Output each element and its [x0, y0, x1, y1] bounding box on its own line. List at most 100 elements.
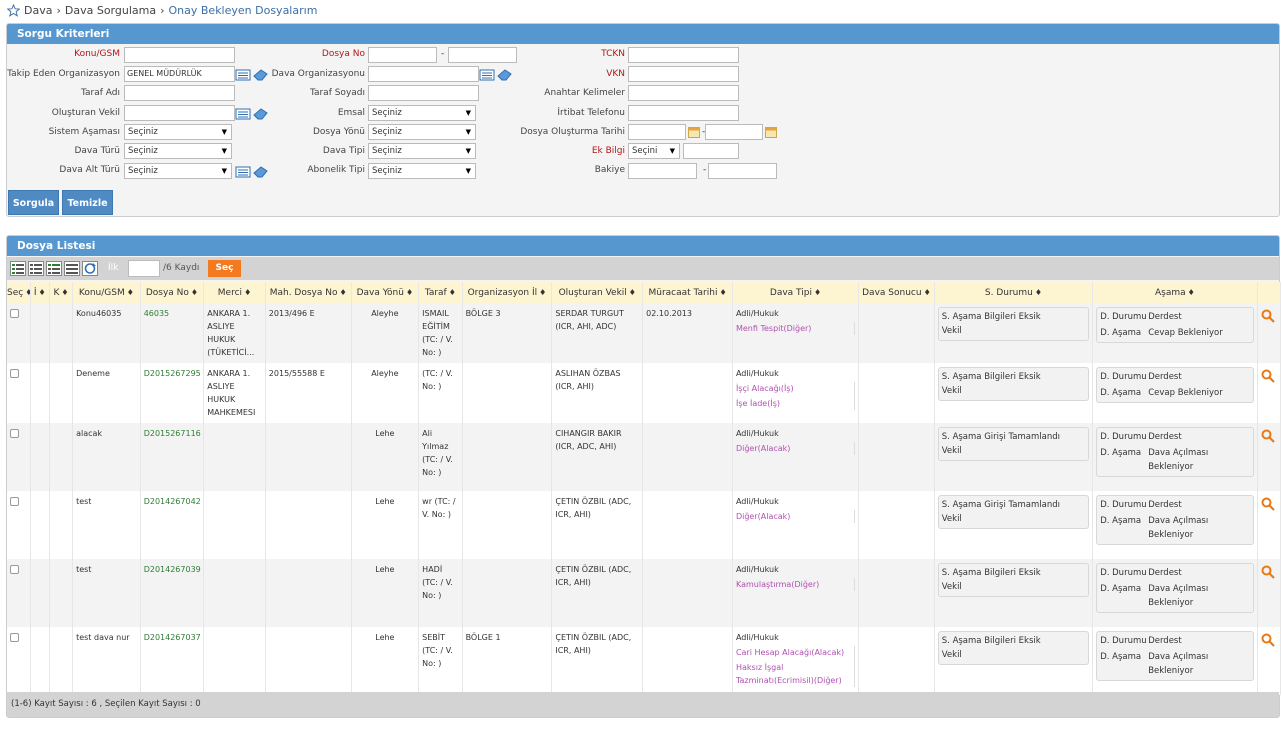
vkn-input[interactable]	[628, 66, 739, 82]
vekil-cell: ÇETIN ÖZBIL (ADC, ICR, AHI)	[551, 491, 644, 559]
ek-bilgi-select[interactable]: Seçini ▼	[628, 143, 680, 159]
dava-yonu-cell: Lehe	[351, 423, 420, 491]
list-icon[interactable]	[479, 69, 495, 81]
emsal-select[interactable]: Seçiniz ▼	[368, 105, 476, 121]
export-selected-icon[interactable]	[46, 261, 62, 276]
breadcrumb-item-dava-sorgulama[interactable]: Dava Sorgulama	[65, 4, 156, 17]
dosya-yonu-select[interactable]: Seçiniz ▼	[368, 124, 476, 140]
search-icon[interactable]	[1261, 309, 1275, 323]
dava-tipi-link[interactable]: Diğer(Alacak)	[736, 510, 854, 523]
dava-tipi-link[interactable]: Haksız İşgal Tazminatı(Ecrimisil)(Diğer)	[736, 661, 854, 687]
search-icon[interactable]	[1261, 369, 1275, 383]
refresh-icon[interactable]	[82, 261, 98, 276]
eraser-icon[interactable]	[253, 108, 269, 120]
row-checkbox[interactable]	[10, 565, 19, 574]
anahtar-kelimeler-input[interactable]	[628, 85, 739, 101]
export-excel-icon[interactable]	[10, 261, 26, 276]
export-list-icon[interactable]	[28, 261, 44, 276]
row-checkbox[interactable]	[10, 497, 19, 506]
dosya-no-link[interactable]: D2014267042	[140, 491, 205, 559]
konu-cell: Konu46035	[72, 303, 141, 363]
col-i[interactable]: İ ♦	[30, 282, 50, 303]
dava-org-input[interactable]	[368, 66, 479, 82]
bakiye-from-input[interactable]	[628, 163, 697, 179]
dava-tipi-link[interactable]: Diğer(Alacak)	[736, 442, 854, 455]
dropdown-arrow-icon: ▼	[221, 128, 227, 136]
irtibat-telefonu-input[interactable]	[628, 105, 739, 121]
col-konu[interactable]: Konu/GSM ♦	[72, 282, 141, 303]
eraser-icon[interactable]	[497, 69, 513, 81]
temizle-button[interactable]: Temizle	[62, 190, 113, 215]
taraf-adi-input[interactable]	[124, 85, 235, 101]
breadcrumb: Dava › Dava Sorgulama › Onay Bekleyen Do…	[7, 4, 317, 17]
konu-gsm-input[interactable]	[124, 47, 235, 63]
row-checkbox[interactable]	[10, 369, 19, 378]
col-org-il[interactable]: Organizasyon İl ♦	[462, 282, 553, 303]
col-asama[interactable]: Aşama ♦	[1092, 282, 1258, 303]
dava-tipi-link[interactable]: İşçi Alacağı(İş)	[736, 382, 854, 395]
ek-bilgi-input[interactable]	[683, 143, 739, 159]
col-olusturan-vekil[interactable]: Oluşturan Vekil ♦	[551, 282, 644, 303]
column-settings-icon[interactable]	[64, 261, 80, 276]
dosya-no-from-input[interactable]	[368, 47, 437, 63]
calendar-icon[interactable]	[688, 126, 700, 138]
tckn-input[interactable]	[628, 47, 739, 63]
col-merci[interactable]: Merci ♦	[203, 282, 266, 303]
tarih-to-input[interactable]	[705, 124, 763, 140]
col-k[interactable]: K ♦	[49, 282, 74, 303]
dosya-no-link[interactable]: D2015267116	[140, 423, 205, 491]
takip-eden-input[interactable]: GENEL MÜDÜRLÜK	[124, 66, 235, 82]
star-icon[interactable]	[7, 4, 20, 17]
col-dava-yonu[interactable]: Dava Yönü ♦	[351, 282, 420, 303]
calendar-icon[interactable]	[765, 126, 777, 138]
mah-dosya-cell	[265, 627, 352, 695]
search-icon[interactable]	[1261, 497, 1275, 511]
search-icon[interactable]	[1261, 565, 1275, 579]
col-sec[interactable]: Seç ♦	[7, 282, 31, 303]
dosya-no-link[interactable]: D2014267037	[140, 627, 205, 695]
record-count-input[interactable]	[128, 260, 160, 277]
search-icon[interactable]	[1261, 633, 1275, 647]
eraser-icon[interactable]	[253, 69, 269, 81]
abonelik-tipi-select[interactable]: Seçiniz ▼	[368, 163, 476, 179]
col-muracaat-tarihi[interactable]: Müracaat Tarihi ♦	[642, 282, 733, 303]
table-row: Konu46035 46035 ANKARA 1. ASLIYE HUKUK (TÜ…	[7, 303, 1282, 363]
col-s-durumu[interactable]: S. Durumu ♦	[934, 282, 1094, 303]
bakiye-to-input[interactable]	[708, 163, 777, 179]
dava-tipi-label: Adli/Hukuk	[735, 369, 779, 378]
eraser-icon[interactable]	[253, 166, 269, 178]
dosya-no-link[interactable]: D2015267295	[140, 363, 205, 423]
breadcrumb-item-dava[interactable]: Dava	[24, 4, 52, 17]
tarih-cell	[642, 627, 733, 695]
table-header-row: Seç ♦ İ ♦ K ♦ Konu/GSM ♦ Dosya No ♦ Merci ♦ Ma…	[7, 282, 1282, 303]
dosya-no-link[interactable]: 46035	[140, 303, 205, 363]
dava-tipi-link[interactable]: İşe İade(İş)	[736, 397, 854, 410]
tarih-from-input[interactable]	[628, 124, 686, 140]
sec-button[interactable]: Seç	[208, 260, 241, 277]
list-icon[interactable]	[235, 166, 251, 178]
col-taraf[interactable]: Taraf ♦	[418, 282, 463, 303]
olusturan-vekil-label: Oluşturan Vekil	[51, 108, 120, 118]
col-dava-sonucu[interactable]: Dava Sonucu ♦	[858, 282, 935, 303]
col-dava-tipi[interactable]: Dava Tipi ♦	[732, 282, 860, 303]
dosya-no-to-input[interactable]	[448, 47, 517, 63]
dava-alt-turu-select[interactable]: Seçiniz ▼	[124, 163, 232, 179]
dosya-no-link[interactable]: D2014267039	[140, 559, 205, 627]
col-dosya-no[interactable]: Dosya No ♦	[140, 282, 205, 303]
sorgula-button[interactable]: Sorgula	[8, 190, 59, 215]
search-icon[interactable]	[1261, 429, 1275, 443]
dava-tipi-link[interactable]: Menfi Tespit(Diğer)	[736, 322, 854, 335]
olusturan-vekil-input[interactable]	[124, 105, 235, 121]
taraf-soyadi-input[interactable]	[368, 85, 479, 101]
row-checkbox[interactable]	[10, 309, 19, 318]
dava-tipi-link[interactable]: Kamulaştırma(Diğer)	[736, 578, 854, 591]
sistem-asamasi-select[interactable]: Seçiniz ▼	[124, 124, 232, 140]
dava-tipi-select[interactable]: Seçiniz ▼	[368, 143, 476, 159]
dava-turu-select[interactable]: Seçiniz ▼	[124, 143, 232, 159]
dava-tipi-link[interactable]: Cari Hesap Alacağı(Alacak)	[736, 646, 854, 659]
list-icon[interactable]	[235, 69, 251, 81]
list-icon[interactable]	[235, 108, 251, 120]
col-mah-dosya-no[interactable]: Mah. Dosya No ♦	[265, 282, 352, 303]
row-checkbox[interactable]	[10, 429, 19, 438]
row-checkbox[interactable]	[10, 633, 19, 642]
